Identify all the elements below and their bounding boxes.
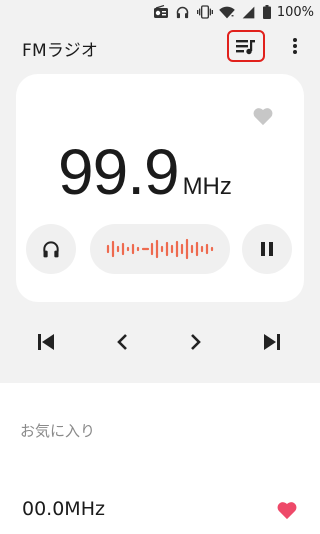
pause-button[interactable] <box>242 224 292 274</box>
more-vert-icon <box>293 38 297 54</box>
frequency-value: 99.9 <box>58 136 180 208</box>
headphones-icon <box>43 241 59 258</box>
skip-previous-icon <box>38 334 54 350</box>
wifi-icon <box>219 4 235 20</box>
battery-icon <box>262 4 271 20</box>
pause-icon <box>261 242 273 256</box>
favorite-toggle[interactable] <box>252 106 274 126</box>
chevron-right-icon <box>191 334 201 350</box>
chevron-left-icon <box>117 334 127 350</box>
heart-icon <box>253 108 273 126</box>
radio-icon <box>153 4 169 20</box>
favorite-frequency: 00.0MHz <box>22 498 105 520</box>
skip-next-button[interactable] <box>252 320 292 364</box>
favorite-remove-button[interactable] <box>276 500 298 520</box>
tuning-waveform[interactable] <box>90 224 230 274</box>
tune-up-button[interactable] <box>176 320 216 364</box>
tune-down-button[interactable] <box>102 320 142 364</box>
audio-output-button[interactable] <box>26 224 76 274</box>
frequency-display: 99.9 MHz <box>58 140 232 204</box>
status-bar: 100% <box>153 0 314 24</box>
frequency-unit: MHz <box>182 173 232 200</box>
headphones-status-icon <box>175 4 191 20</box>
app-bar: FMラジオ <box>0 28 320 68</box>
vibrate-icon <box>196 4 213 20</box>
favorites-section-label: お気に入り <box>20 422 96 440</box>
waveform-icon <box>106 238 214 260</box>
playlist-music-icon <box>236 40 255 55</box>
now-playing-card: 99.9 MHz <box>16 74 304 302</box>
heart-filled-icon <box>277 502 297 520</box>
skip-previous-button[interactable] <box>26 320 66 364</box>
page-title: FMラジオ <box>22 41 99 61</box>
playlist-button[interactable] <box>227 30 265 62</box>
more-options-button[interactable] <box>284 34 306 58</box>
favorite-item[interactable]: 00.0MHz <box>0 486 320 534</box>
battery-percent: 100% <box>276 4 314 20</box>
tuning-controls <box>0 320 320 364</box>
signal-icon <box>241 4 257 20</box>
skip-next-icon <box>264 334 280 350</box>
